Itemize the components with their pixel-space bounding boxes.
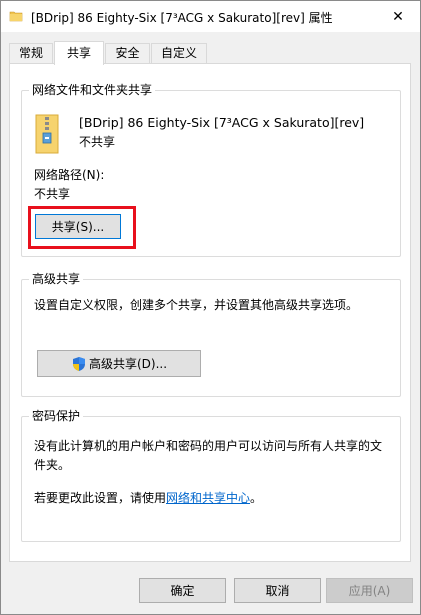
- tab-sharing-label: 共享: [66, 46, 91, 60]
- ok-button-label: 确定: [170, 584, 195, 598]
- highlight-box: [28, 206, 136, 249]
- cancel-button-label: 取消: [265, 584, 290, 598]
- window-title: [BDrip] 86 Eighty-Six [7³ACG x Sakurato]…: [31, 11, 333, 25]
- network-path-value: 不共享: [34, 187, 71, 201]
- network-sharing-title: 网络文件和文件夹共享: [29, 83, 156, 97]
- cancel-button[interactable]: 取消: [234, 578, 321, 603]
- ok-button[interactable]: 确定: [139, 578, 226, 603]
- tab-general[interactable]: 常规: [9, 43, 53, 64]
- uac-shield-icon: [71, 356, 87, 372]
- tab-security-label: 安全: [115, 46, 140, 60]
- advanced-sharing-group: 高级共享 设置自定义权限，创建多个共享，并设置其他高级共享选项。: [21, 272, 401, 397]
- close-button[interactable]: ✕: [376, 1, 420, 32]
- advanced-sharing-button[interactable]: 高级共享(D)...: [37, 350, 201, 377]
- change-setting-text: 若要更改此设置，请使用网络和共享中心。: [34, 491, 262, 506]
- network-path-label: 网络路径(N):: [34, 168, 105, 182]
- tab-security[interactable]: 安全: [105, 43, 150, 64]
- folder-share-status: 不共享: [79, 135, 116, 149]
- advanced-sharing-description: 设置自定义权限，创建多个共享，并设置其他高级共享选项。: [34, 298, 359, 312]
- apply-button-label: 应用(A): [348, 584, 391, 598]
- tab-customize-label: 自定义: [160, 46, 197, 60]
- change-setting-suffix: 。: [250, 491, 263, 505]
- sharing-panel: 网络文件和文件夹共享 [BDrip] 86 Eighty-Six [7³ACG …: [9, 63, 411, 562]
- close-icon: ✕: [392, 8, 404, 25]
- password-protection-group: 密码保护 没有此计算机的用户帐户和密码的用户可以访问与所有人共享的文 件夹。 若…: [21, 409, 401, 542]
- tab-customize[interactable]: 自定义: [151, 43, 207, 64]
- password-protection-title: 密码保护: [29, 409, 84, 423]
- properties-window: [BDrip] 86 Eighty-Six [7³ACG x Sakurato]…: [0, 0, 421, 615]
- tab-general-label: 常规: [18, 46, 43, 60]
- advanced-sharing-title: 高级共享: [29, 272, 84, 286]
- title-bar[interactable]: [BDrip] 86 Eighty-Six [7³ACG x Sakurato]…: [1, 1, 420, 32]
- password-description-line2: 件夹。: [34, 458, 71, 472]
- change-setting-prefix: 若要更改此设置，请使用: [34, 491, 167, 505]
- apply-button: 应用(A): [326, 578, 413, 603]
- password-description-line1: 没有此计算机的用户帐户和密码的用户可以访问与所有人共享的文: [34, 439, 383, 453]
- tab-sharing[interactable]: 共享: [54, 41, 104, 65]
- folder-name: [BDrip] 86 Eighty-Six [7³ACG x Sakurato]…: [79, 115, 365, 130]
- network-sharing-center-link[interactable]: 网络和共享中心: [166, 491, 250, 505]
- folder-icon: [9, 9, 23, 23]
- folder-zip-icon: [34, 113, 60, 159]
- advanced-sharing-button-label: 高级共享(D)...: [88, 357, 168, 371]
- tab-strip: 常规 共享 安全 自定义: [9, 41, 409, 65]
